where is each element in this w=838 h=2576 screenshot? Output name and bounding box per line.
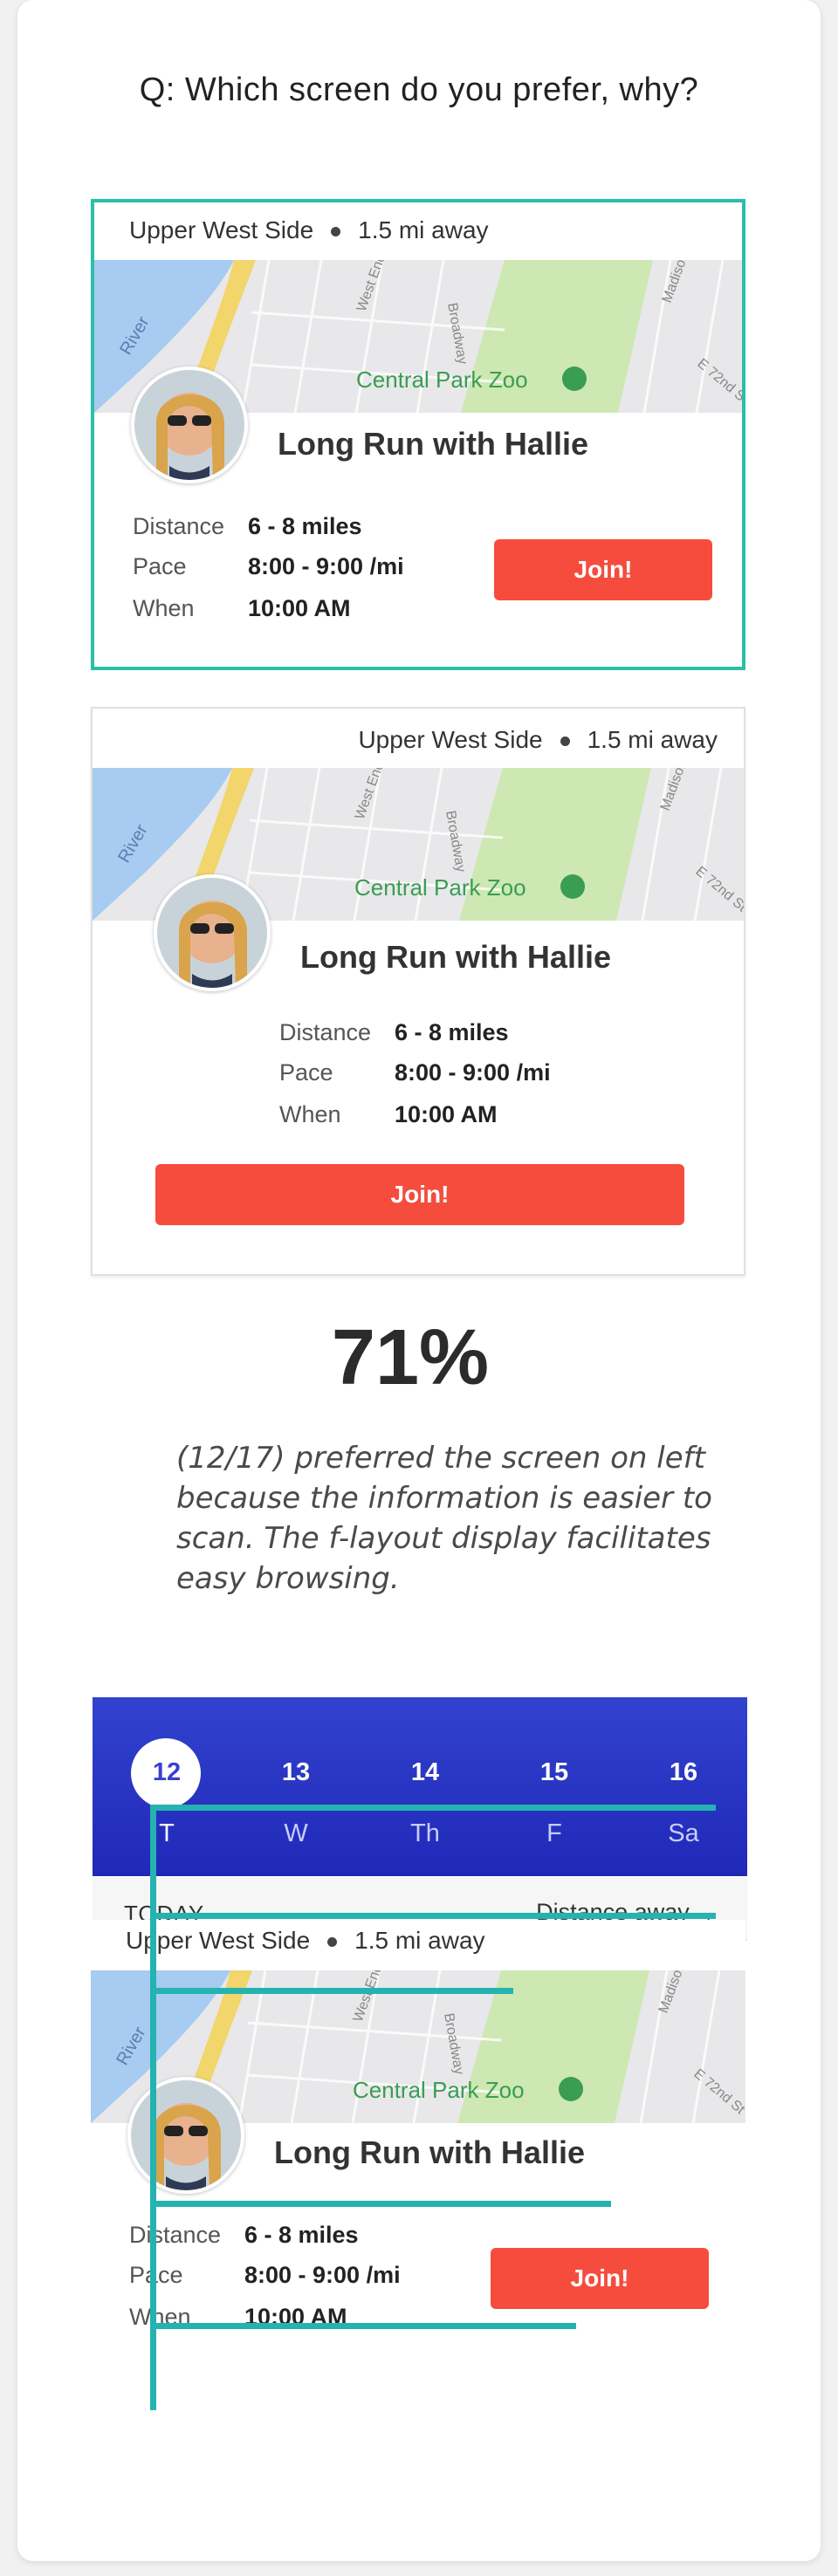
pace-value: 8:00 - 9:00 /mi (248, 553, 404, 579)
distance-away-label: 1.5 mi away (354, 1927, 485, 1954)
distance-label: Distance (279, 1019, 372, 1045)
neighborhood-label: Upper West Side (129, 216, 314, 243)
join-button[interactable]: Join! (155, 1164, 684, 1225)
pace-label: Pace (133, 553, 187, 579)
neighborhood-label: Upper West Side (358, 726, 543, 753)
run-title: Long Run with Hallie (300, 939, 611, 975)
distance-value: 6 - 8 miles (244, 2222, 359, 2248)
distance-value: 6 - 8 miles (395, 1019, 509, 1045)
pace-label: Pace (279, 1059, 333, 1086)
location-row: Upper West Side 1.5 mi away (126, 1927, 485, 1955)
run-card-option-a[interactable]: Upper West Side 1.5 mi away Central Park … (91, 199, 745, 670)
question-heading: Q: Which screen do you prefer, why? (139, 72, 699, 108)
when-label: When (279, 1101, 341, 1127)
location-row: Upper West Side 1.5 mi away (358, 726, 718, 754)
host-avatar (127, 2077, 244, 2194)
f-pattern-line-4 (150, 2201, 611, 2207)
pace-value: 8:00 - 9:00 /mi (395, 1059, 551, 1086)
f-pattern-line-3 (150, 1988, 513, 1994)
f-pattern-line-2 (150, 1913, 716, 1919)
map-park-label: Central Park Zoo (354, 874, 526, 901)
host-avatar (154, 874, 271, 991)
run-title: Long Run with Hallie (274, 2134, 585, 2170)
map-park-label: Central Park Zoo (353, 2077, 525, 2103)
distance-away-label: 1.5 mi away (587, 726, 718, 753)
pace-value: 8:00 - 9:00 /mi (244, 2262, 401, 2288)
join-button[interactable]: Join! (494, 539, 712, 600)
when-value: 10:00 AM (395, 1101, 498, 1127)
location-row: Upper West Side 1.5 mi away (129, 216, 489, 244)
map-park-label: Central Park Zoo (356, 367, 528, 393)
f-pattern-line-5 (150, 2323, 576, 2329)
distance-away-label: 1.5 mi away (358, 216, 489, 243)
preference-explanation: (12/17) preferred the screen on left bec… (176, 1441, 712, 1596)
f-pattern-vertical-line (150, 1805, 156, 2410)
run-card-option-b[interactable]: Upper West Side 1.5 mi away Central Park … (91, 707, 745, 1276)
separator-dot (327, 1937, 338, 1948)
distance-label: Distance (133, 513, 225, 539)
preference-percent: 71% (331, 1314, 490, 1401)
separator-dot (560, 736, 570, 747)
separator-dot (331, 227, 341, 237)
when-value: 10:00 AM (248, 595, 351, 621)
distance-value: 6 - 8 miles (248, 513, 362, 539)
f-pattern-line-1 (150, 1805, 716, 1811)
host-avatar (131, 367, 248, 483)
join-button[interactable]: Join! (491, 2248, 709, 2309)
run-title: Long Run with Hallie (278, 426, 588, 462)
distance-label: Distance (129, 2222, 222, 2248)
date-picker-bar: 12 T 13 W 14 Th 15 F 16 Sa (93, 1697, 747, 1876)
when-label: When (133, 595, 195, 621)
